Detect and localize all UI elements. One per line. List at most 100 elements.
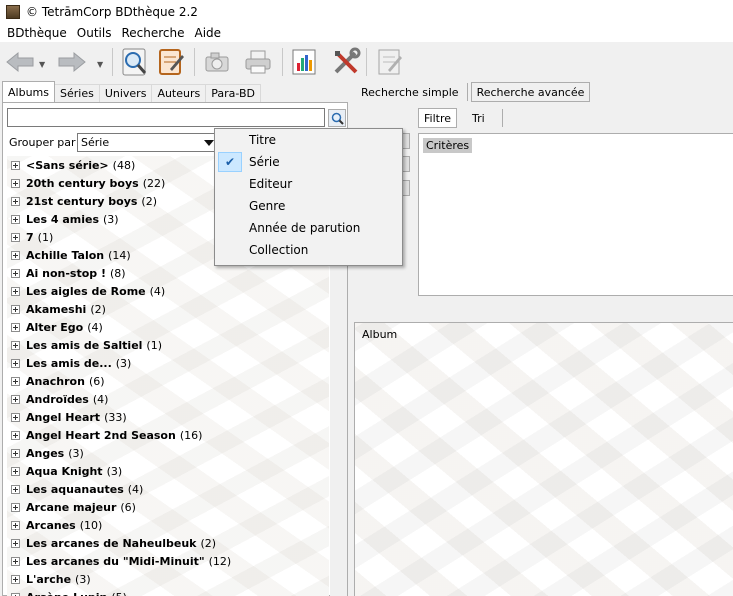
- tools-icon[interactable]: [330, 46, 362, 78]
- app-window: © TetrāmCorp BDthèque 2.2 BDthèque Outil…: [0, 0, 733, 596]
- menu-bdtheque[interactable]: BDthèque: [2, 26, 72, 40]
- menu-item-label: Année de parution: [249, 221, 361, 235]
- tab-recherche-avancee[interactable]: Recherche avancée: [470, 82, 591, 102]
- tree-row[interactable]: Angel Heart (33): [7, 408, 329, 426]
- expand-plus-icon[interactable]: [11, 322, 20, 332]
- series-name: Alter Ego: [26, 320, 84, 334]
- series-count: (2): [90, 302, 106, 316]
- expand-plus-icon[interactable]: [11, 394, 20, 404]
- menu-item-0[interactable]: Titre: [215, 129, 402, 151]
- notepad-edit-icon[interactable]: [155, 46, 187, 78]
- expand-plus-icon[interactable]: [11, 268, 20, 278]
- tree-row[interactable]: Anachron (6): [7, 372, 329, 390]
- expand-plus-icon[interactable]: [11, 484, 20, 494]
- expand-plus-icon[interactable]: [11, 358, 20, 368]
- expand-plus-icon[interactable]: [11, 286, 20, 296]
- tab-albums[interactable]: Albums: [2, 81, 55, 102]
- left-tabs: Albums Séries Univers Auteurs Para-BD: [2, 81, 261, 102]
- expand-plus-icon[interactable]: [11, 574, 20, 584]
- tree-row[interactable]: Les aquanautes (4): [7, 480, 329, 498]
- tab-tri[interactable]: Tri: [467, 108, 490, 128]
- series-count: (22): [142, 176, 166, 190]
- menu-item-5[interactable]: Collection: [215, 239, 402, 261]
- menu-recherche[interactable]: Recherche: [116, 26, 189, 40]
- tree-row[interactable]: Aqua Knight (3): [7, 462, 329, 480]
- album-results[interactable]: Album: [354, 322, 733, 596]
- menu-item-label: Genre: [249, 199, 286, 213]
- tab-para-bd[interactable]: Para-BD: [205, 84, 261, 102]
- tree-row[interactable]: Arsène Lupin (5): [7, 588, 329, 596]
- group-select[interactable]: Série: [77, 133, 219, 152]
- tree-row[interactable]: Les amis de... (3): [7, 354, 329, 372]
- tree-row[interactable]: Alter Ego (4): [7, 318, 329, 336]
- expand-plus-icon[interactable]: [11, 538, 20, 548]
- camera-icon[interactable]: [202, 46, 234, 78]
- magnifier-icon[interactable]: [119, 46, 151, 78]
- expand-plus-icon[interactable]: [11, 178, 20, 188]
- tree-row[interactable]: Angel Heart 2nd Season (16): [7, 426, 329, 444]
- expand-plus-icon[interactable]: [11, 304, 20, 314]
- tree-row[interactable]: L'arche (3): [7, 570, 329, 588]
- expand-plus-icon[interactable]: [11, 214, 20, 224]
- forward-arrow-icon[interactable]: [56, 46, 88, 78]
- tree-row[interactable]: Akameshi (2): [7, 300, 329, 318]
- series-name: Achille Talon: [26, 248, 105, 262]
- tab-series[interactable]: Séries: [53, 84, 100, 102]
- expand-plus-icon[interactable]: [11, 196, 20, 206]
- series-count: (14): [108, 248, 131, 262]
- checkmark-icon: ✔: [218, 152, 242, 172]
- tree-row[interactable]: Arcanes (10): [7, 516, 329, 534]
- series-count: (2): [141, 194, 158, 208]
- search-input[interactable]: [7, 108, 325, 127]
- criteria-header[interactable]: Critères: [423, 138, 473, 153]
- filter-tabs: Filtre Tri: [418, 108, 507, 128]
- tab-filtre[interactable]: Filtre: [418, 108, 458, 128]
- menu-item-4[interactable]: Année de parution: [215, 217, 402, 239]
- expand-plus-icon[interactable]: [11, 556, 20, 566]
- criteria-box[interactable]: Critères: [418, 133, 733, 296]
- tree-row[interactable]: Anges (3): [7, 444, 329, 462]
- document-edit-icon[interactable]: [374, 46, 406, 78]
- menu-outils[interactable]: Outils: [72, 26, 117, 40]
- back-arrow-icon[interactable]: [4, 46, 36, 78]
- tree-row[interactable]: Les arcanes de Naheulbeuk (2): [7, 534, 329, 552]
- expand-plus-icon[interactable]: [11, 520, 20, 530]
- tree-row[interactable]: Ai non-stop ! (8): [7, 264, 329, 282]
- menu-item-3[interactable]: Genre: [215, 195, 402, 217]
- search-button[interactable]: [328, 109, 346, 127]
- back-dropdown-icon[interactable]: ▼: [39, 60, 45, 69]
- printer-icon[interactable]: [242, 46, 274, 78]
- expand-plus-icon[interactable]: [11, 466, 20, 476]
- menu-item-2[interactable]: Editeur: [215, 173, 402, 195]
- expand-plus-icon[interactable]: [11, 430, 20, 440]
- series-count: (33): [104, 410, 127, 424]
- tab-univers[interactable]: Univers: [98, 84, 153, 102]
- tree-row[interactable]: Androïdes (4): [7, 390, 329, 408]
- album-column-header[interactable]: Album: [362, 328, 397, 341]
- expand-plus-icon[interactable]: [11, 376, 20, 386]
- series-count: (6): [88, 374, 105, 388]
- tree-row[interactable]: Arcane majeur (6): [7, 498, 329, 516]
- toolbar-separator: [112, 48, 113, 76]
- tree-row[interactable]: Les arcanes du "Midi-Minuit" (12): [7, 552, 329, 570]
- expand-plus-icon[interactable]: [11, 592, 20, 596]
- expand-plus-icon[interactable]: [11, 340, 20, 350]
- series-count: (5): [111, 591, 127, 596]
- expand-plus-icon[interactable]: [11, 160, 20, 170]
- menu-item-1[interactable]: ✔ Série: [215, 151, 402, 173]
- tree-row[interactable]: Les aigles de Rome (4): [7, 282, 329, 300]
- series-name: Akameshi: [26, 302, 87, 316]
- tree-row[interactable]: Les amis de Saltiel (1): [7, 336, 329, 354]
- expand-plus-icon[interactable]: [11, 250, 20, 260]
- expand-plus-icon[interactable]: [11, 412, 20, 422]
- expand-plus-icon[interactable]: [11, 448, 20, 458]
- stats-chart-icon[interactable]: [288, 46, 320, 78]
- forward-dropdown-icon[interactable]: ▼: [97, 60, 103, 69]
- tab-auteurs[interactable]: Auteurs: [151, 84, 207, 102]
- expand-plus-icon[interactable]: [11, 232, 20, 242]
- tab-recherche-simple[interactable]: Recherche simple: [356, 82, 464, 102]
- series-name: Les aigles de Rome: [26, 284, 146, 298]
- expand-plus-icon[interactable]: [11, 502, 20, 512]
- menu-aide[interactable]: Aide: [190, 26, 227, 40]
- series-count: (3): [68, 446, 84, 460]
